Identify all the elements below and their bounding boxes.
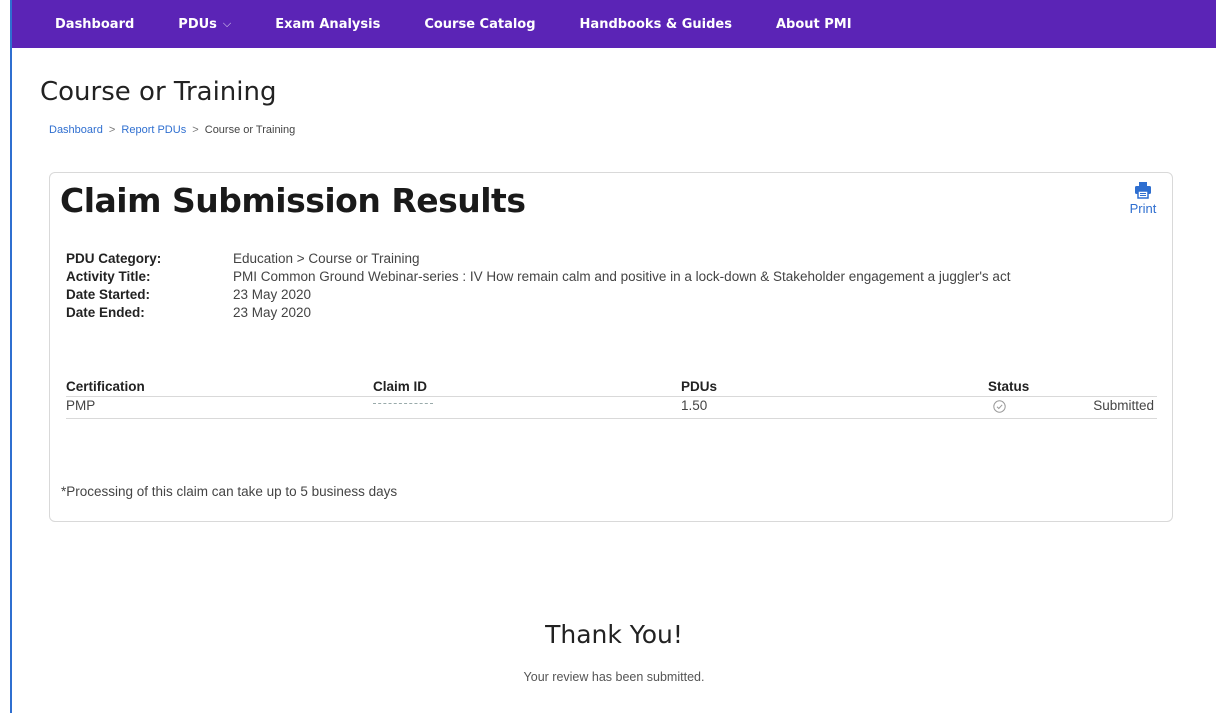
cell-status: Submitted	[1093, 398, 1154, 413]
thank-you-heading: Thank You!	[545, 620, 683, 649]
detail-label: Date Started:	[66, 287, 151, 302]
nav-about-pmi-label: About PMI	[775, 16, 852, 32]
claim-details: PDU Category: Education > Course or Trai…	[66, 250, 1010, 322]
nav-dashboard-label: Dashboard	[55, 16, 135, 32]
print-label: Print	[1129, 201, 1157, 216]
breadcrumb-separator: >	[108, 124, 116, 136]
header-claim-id: Claim ID	[373, 379, 428, 394]
chevron-down-icon: ⌵	[222, 17, 232, 30]
breadcrumb-current: Course or Training	[204, 124, 296, 136]
cell-claim-id	[373, 397, 433, 415]
breadcrumb-separator: >	[192, 124, 199, 136]
detail-label: Activity Title:	[66, 269, 151, 284]
printer-icon	[1135, 182, 1151, 199]
cell-certification: PMP	[66, 398, 96, 413]
nav-handbooks-guides-label: Handbooks & Guides	[579, 16, 732, 32]
nav-handbooks-guides[interactable]: Handbooks & Guides	[580, 17, 732, 32]
detail-value: PMI Common Ground Webinar-series : IV Ho…	[233, 269, 1011, 284]
detail-row: Date Ended: 23 May 2020	[66, 304, 1010, 322]
detail-label: PDU Category:	[66, 251, 162, 266]
nav-exam-analysis[interactable]: Exam Analysis	[275, 17, 380, 32]
nav-course-catalog[interactable]: Course Catalog	[424, 17, 535, 32]
table-header-row: Certification Claim ID PDUs Status	[66, 378, 1157, 397]
table-row: PMP 1.50 Submitted	[66, 397, 1157, 419]
header-certification: Certification	[66, 379, 145, 394]
cell-pdus: 1.50	[681, 398, 708, 413]
top-navigation: Dashboard PDUs ⌵ Exam Analysis Course Ca…	[12, 0, 1216, 48]
page-left-border	[10, 0, 12, 713]
breadcrumb-report-pdus-link[interactable]: Report PDUs	[121, 124, 186, 136]
check-circle-icon	[993, 400, 1006, 413]
detail-row: PDU Category: Education > Course or Trai…	[66, 250, 1010, 268]
claims-table: Certification Claim ID PDUs Status PMP 1…	[66, 378, 1157, 419]
detail-value: 23 May 2020	[233, 287, 312, 302]
nav-about-pmi[interactable]: About PMI	[776, 17, 852, 32]
nav-pdus-label: PDUs	[178, 16, 217, 32]
print-button[interactable]: Print	[1123, 181, 1163, 216]
processing-note: *Processing of this claim can take up to…	[61, 484, 398, 499]
header-pdus: PDUs	[681, 379, 718, 394]
nav-course-catalog-label: Course Catalog	[424, 16, 536, 32]
redacted-claim-id	[373, 403, 433, 405]
claim-results-title: Claim Submission Results	[60, 181, 526, 220]
page-title: Course or Training	[40, 77, 277, 107]
detail-label: Date Ended:	[66, 305, 145, 320]
claim-results-card: Claim Submission Results Print PDU Categ…	[49, 172, 1173, 522]
thank-you-message: Your review has been submitted.	[523, 670, 705, 684]
detail-value: Education > Course or Training	[233, 251, 420, 266]
detail-value: 23 May 2020	[233, 305, 312, 320]
breadcrumb-dashboard-link[interactable]: Dashboard	[49, 124, 103, 136]
breadcrumb: Dashboard > Report PDUs > Course or Trai…	[49, 124, 295, 136]
header-status: Status	[988, 379, 1030, 394]
nav-pdus[interactable]: PDUs ⌵	[178, 17, 231, 32]
detail-row: Activity Title: PMI Common Ground Webina…	[66, 268, 1010, 286]
nav-exam-analysis-label: Exam Analysis	[275, 16, 381, 32]
nav-dashboard[interactable]: Dashboard	[55, 17, 134, 32]
detail-row: Date Started: 23 May 2020	[66, 286, 1010, 304]
